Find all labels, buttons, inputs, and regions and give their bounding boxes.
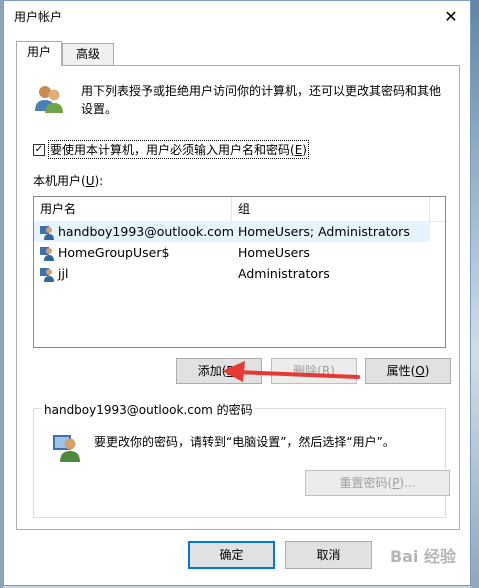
remove-button[interactable]: 删除(R) <box>271 358 357 384</box>
add-button[interactable]: 添加(D) <box>176 358 262 384</box>
password-group: handboy1993@outlook.com 的密码 要更改你的密码，请转到“… <box>33 401 450 518</box>
remove-button-label-end: ) <box>330 364 335 378</box>
title-bar: 用户帐户 ✕ <box>4 1 470 31</box>
require-password-label-end: ) <box>302 143 307 157</box>
tab-advanced[interactable]: 高级 <box>62 43 114 65</box>
user-group: HomeUsers <box>238 245 310 260</box>
remove-button-label: 删除( <box>293 364 322 378</box>
intro-text: 用下列表授予或拒绝用户访问你的计算机，还可以更改其密码和其他设置。 <box>81 84 442 116</box>
local-users-label-text: 本机用户( <box>33 174 86 188</box>
users-group-icon <box>35 86 63 113</box>
properties-button-label-end: ) <box>424 364 430 378</box>
window-title: 用户帐户 <box>14 10 63 24</box>
tab-users[interactable]: 用户 <box>16 41 62 66</box>
user-icon <box>40 226 54 240</box>
require-password-label: 要使用本计算机，用户必须输入用户名和密码(E) <box>48 140 309 159</box>
require-password-checkbox[interactable]: ✓ <box>33 143 45 156</box>
password-group-title: handboy1993@outlook.com 的密码 <box>42 401 255 418</box>
local-users-label-end: ): <box>94 174 104 188</box>
users-list[interactable]: 用户名 组 handboy1993@outlook.com HomeUsers;… <box>33 196 446 348</box>
cancel-button[interactable]: 取消 <box>285 541 372 569</box>
user-group: HomeUsers; Administrators <box>238 224 410 239</box>
user-password-icon <box>53 435 80 462</box>
require-password-label-text: 要使用本计算机，用户必须输入用户名和密码( <box>50 143 295 157</box>
table-row[interactable]: HomeGroupUser$ HomeUsers <box>34 242 430 263</box>
user-accounts-dialog: 用户帐户 ✕ 用户 高级 用下列表授予或拒绝用户访问你的计算机，还可以更改其密码… <box>3 0 471 586</box>
user-icon <box>40 268 54 282</box>
remove-button-mnemonic: R <box>321 364 331 378</box>
list-header: 用户名 组 <box>34 197 445 222</box>
properties-button[interactable]: 属性(O) <box>365 358 451 384</box>
add-button-mnemonic: D <box>226 364 236 378</box>
users-tab-panel: 用下列表授予或拒绝用户访问你的计算机，还可以更改其密码和其他设置。 ✓ 要使用本… <box>16 65 460 530</box>
column-username[interactable]: 用户名 <box>34 197 232 221</box>
user-name: HomeGroupUser$ <box>58 245 170 260</box>
desktop-background-right <box>471 0 479 588</box>
table-row[interactable]: handboy1993@outlook.com HomeUsers; Admin… <box>34 221 430 242</box>
user-name: handboy1993@outlook.com <box>58 224 234 239</box>
close-icon[interactable]: ✕ <box>432 1 470 31</box>
user-icon <box>40 247 54 261</box>
user-group: Administrators <box>238 266 330 281</box>
column-group[interactable]: 组 <box>232 197 430 221</box>
add-button-label: 添加( <box>197 364 227 378</box>
table-row[interactable]: jjl Administrators <box>34 263 430 284</box>
add-button-label-end: ) <box>235 364 241 378</box>
reset-password-button[interactable]: 重置密码(P)... <box>305 470 450 496</box>
password-help-text: 要更改你的密码，请转到“电脑设置”，然后选择“用户”。 <box>94 435 395 449</box>
user-name: jjl <box>58 266 69 281</box>
baidu-watermark: Bai 经验 <box>389 547 456 566</box>
properties-button-mnemonic: O <box>415 364 425 378</box>
properties-button-label: 属性( <box>386 364 416 378</box>
reset-password-label: 重置密码( <box>339 476 393 490</box>
require-password-row[interactable]: ✓ 要使用本计算机，用户必须输入用户名和密码(E) <box>33 140 309 159</box>
ok-button[interactable]: 确定 <box>188 541 275 569</box>
local-users-label: 本机用户(U): <box>33 172 103 189</box>
reset-password-label-end: )... <box>399 476 416 490</box>
